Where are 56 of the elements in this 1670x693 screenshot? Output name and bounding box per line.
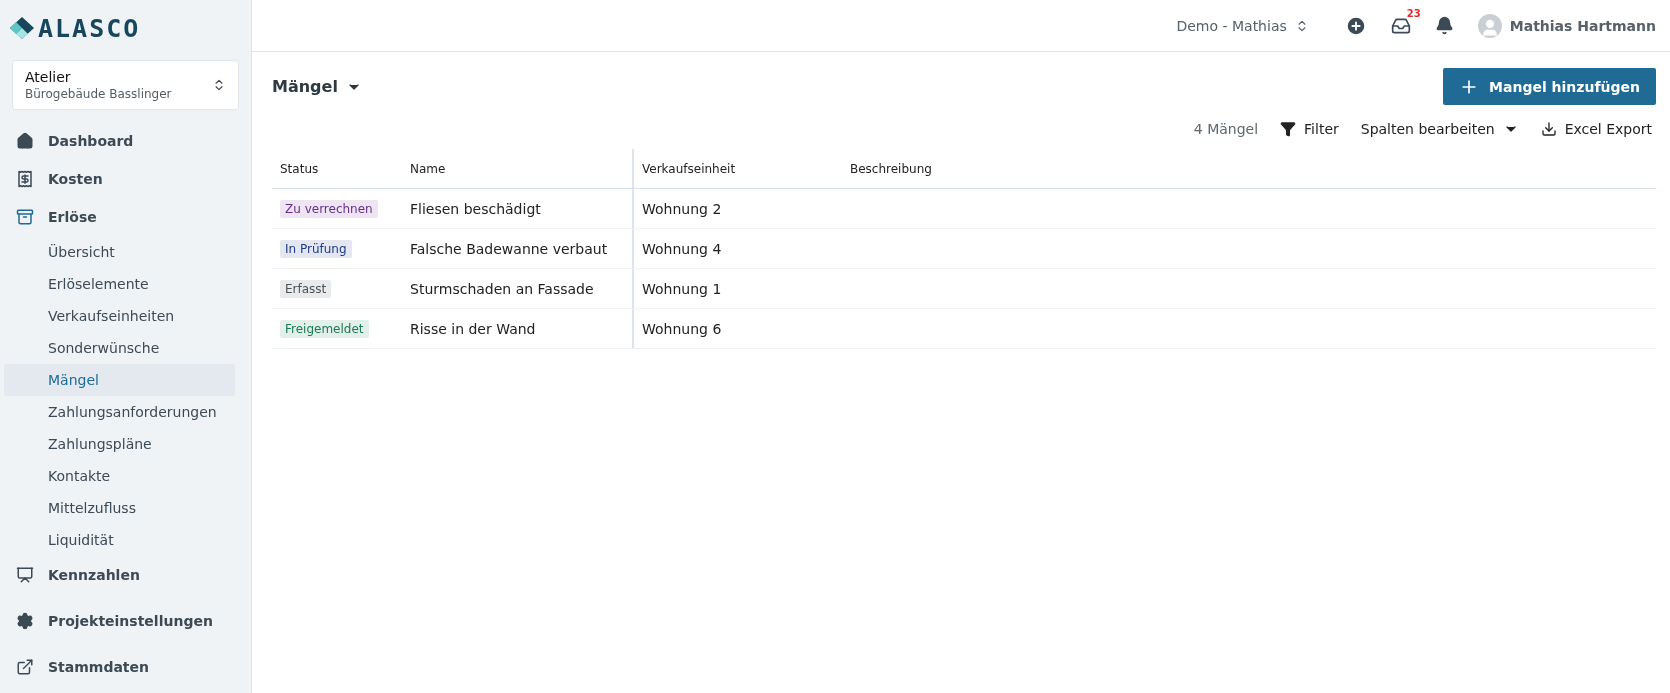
notification-count: 23 [1406, 7, 1421, 19]
add-icon[interactable] [1344, 14, 1367, 37]
sidebar-subitem[interactable]: Mängel [4, 364, 235, 396]
bell-icon[interactable] [1434, 16, 1454, 35]
sidebar-item[interactable]: Kosten [0, 160, 251, 198]
download-icon [1540, 121, 1557, 137]
column-header[interactable]: Name [402, 149, 632, 188]
sidebar-icon [16, 612, 34, 630]
table-cell-text: Sturmschaden an Fassade [409, 279, 595, 299]
table-cell: Wohnung 2 [632, 189, 842, 228]
table-cell: Wohnung 6 [632, 309, 842, 348]
status-tag: In Prüfung [280, 239, 352, 258]
sidebar-icon [16, 132, 34, 150]
result-count: 4 Mängel [1193, 121, 1259, 137]
add-defect-button[interactable]: Mangel hinzufügen [1443, 68, 1656, 105]
sidebar-icon [16, 208, 34, 226]
columns-button[interactable]: Spalten bearbeiten [1360, 121, 1519, 137]
column-header[interactable]: Beschreibung [842, 149, 1656, 188]
sidebar-subitem[interactable]: Liquidität [4, 524, 235, 556]
project-name: Atelier [25, 69, 72, 85]
sidebar-icon [16, 170, 34, 188]
status-tag: Freigemeldet [280, 319, 369, 338]
workspace-switcher[interactable]: Demo - Mathias [1176, 17, 1309, 34]
user-name: Mathias Hartmann [1509, 17, 1656, 34]
sidebar-item[interactable]: Projekteinstellungen [0, 602, 251, 640]
table-cell: Wohnung 4 [632, 229, 842, 268]
column-header[interactable]: Verkaufseinheit [632, 149, 842, 188]
table-cell-text: Risse in der Wand [409, 319, 537, 339]
sidebar-item[interactable]: Stammdaten [0, 648, 251, 686]
table-cell-text: Falsche Badewanne verbaut [409, 239, 609, 259]
status-tag: Zu verrechnen [280, 199, 378, 218]
project-selector[interactable]: Atelier Bürogebäude Basslinger [12, 60, 239, 110]
sidebar-subitem[interactable]: Verkaufseinheiten [4, 300, 235, 332]
sidebar-subitem[interactable]: Sonderwünsche [4, 332, 235, 364]
export-button[interactable]: Excel Export [1540, 121, 1652, 137]
sidebar-subitem[interactable]: Kontakte [4, 460, 235, 492]
filter-button[interactable]: Filter [1280, 121, 1339, 137]
sidebar-item[interactable]: Kennzahlen [0, 556, 251, 594]
project-subtitle: Bürogebäude Basslinger [25, 87, 172, 101]
sidebar-subitem[interactable]: Mittelzufluss [4, 492, 235, 524]
logo-text: ALASCO [38, 13, 141, 43]
table-cell-text: Fliesen beschädigt [409, 199, 542, 219]
sidebar-subitem[interactable]: Übersicht [4, 236, 235, 268]
logo-icon [10, 17, 34, 39]
sidebar-subitem[interactable]: Erlöselemente [4, 268, 235, 300]
sidebar-subitem[interactable]: Zahlungspläne [4, 428, 235, 460]
page-title-dropdown[interactable]: Mängel [272, 77, 362, 96]
sidebar-item[interactable]: Erlöse [0, 198, 251, 236]
filter-icon [1280, 121, 1297, 137]
column-header[interactable]: Status [272, 149, 402, 188]
sidebar-icon [16, 566, 34, 584]
sidebar-icon [16, 658, 34, 676]
sidebar-item[interactable]: Dashboard [0, 122, 251, 160]
sidebar-subitem[interactable]: Zahlungsanforderungen [4, 396, 235, 428]
status-tag: Erfasst [280, 279, 332, 298]
table-cell: Wohnung 1 [632, 269, 842, 308]
